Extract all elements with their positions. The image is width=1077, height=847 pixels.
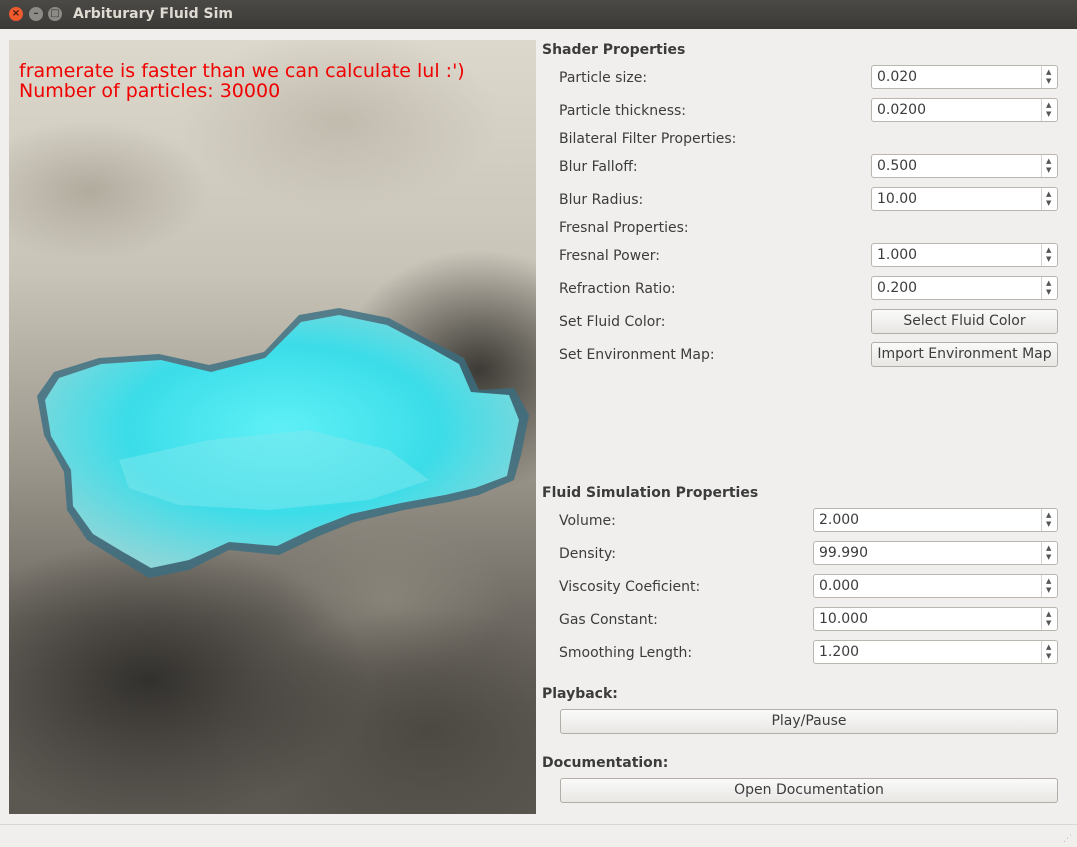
arrow-down-icon[interactable]: ▼ xyxy=(1046,289,1051,296)
particle-thickness-spinbox[interactable]: 0.0200 ▲ ▼ xyxy=(871,98,1058,122)
density-spinbox[interactable]: 99.990 ▲ ▼ xyxy=(813,541,1058,565)
shader-properties-heading: Shader Properties xyxy=(542,42,686,58)
arrow-up-icon[interactable]: ▲ xyxy=(1046,247,1051,254)
fluid-render xyxy=(37,308,529,578)
volume-value: 2.000 xyxy=(819,512,860,528)
arrow-down-icon[interactable]: ▼ xyxy=(1046,587,1051,594)
viscosity-spinbox[interactable]: 0.000 ▲ ▼ xyxy=(813,574,1058,598)
smoothing-length-spinbox[interactable]: 1.200 ▲ ▼ xyxy=(813,640,1058,664)
refraction-ratio-spinbox[interactable]: 0.200 ▲ ▼ xyxy=(871,276,1058,300)
arrow-down-icon[interactable]: ▼ xyxy=(1046,620,1051,627)
spin-arrows[interactable]: ▲ ▼ xyxy=(1041,244,1057,266)
arrow-up-icon[interactable]: ▲ xyxy=(1046,512,1051,519)
close-icon[interactable]: × xyxy=(9,7,23,21)
smoothing-length-value: 1.200 xyxy=(819,644,860,660)
arrow-up-icon[interactable]: ▲ xyxy=(1046,102,1051,109)
arrow-down-icon[interactable]: ▼ xyxy=(1046,167,1051,174)
smoothing-length-label: Smoothing Length: xyxy=(559,645,693,661)
spin-arrows[interactable]: ▲ ▼ xyxy=(1041,608,1057,630)
blur-radius-value: 10.00 xyxy=(877,191,918,207)
fluid-sim-heading: Fluid Simulation Properties xyxy=(542,485,759,501)
playback-heading: Playback: xyxy=(542,686,618,702)
viscosity-label: Viscosity Coeficient: xyxy=(559,579,701,595)
minimize-icon[interactable]: – xyxy=(29,7,43,21)
arrow-down-icon[interactable]: ▼ xyxy=(1046,200,1051,207)
arrow-up-icon[interactable]: ▲ xyxy=(1046,69,1051,76)
env-map-label: Set Environment Map: xyxy=(559,347,715,363)
particle-count-text: Number of particles: 30000 xyxy=(19,80,281,102)
arrow-up-icon[interactable]: ▲ xyxy=(1046,611,1051,618)
bilateral-filter-heading: Bilateral Filter Properties: xyxy=(559,131,737,147)
spin-arrows[interactable]: ▲ ▼ xyxy=(1041,155,1057,177)
fresnal-power-spinbox[interactable]: 1.000 ▲ ▼ xyxy=(871,243,1058,267)
volume-label: Volume: xyxy=(559,513,616,529)
particle-size-label: Particle size: xyxy=(559,70,648,86)
open-documentation-button[interactable]: Open Documentation xyxy=(560,778,1058,803)
spin-arrows[interactable]: ▲ ▼ xyxy=(1041,509,1057,531)
arrow-up-icon[interactable]: ▲ xyxy=(1046,578,1051,585)
maximize-icon[interactable]: □ xyxy=(48,7,62,21)
arrow-up-icon[interactable]: ▲ xyxy=(1046,191,1051,198)
fresnal-properties-heading: Fresnal Properties: xyxy=(559,220,689,236)
documentation-heading: Documentation: xyxy=(542,755,669,771)
arrow-up-icon[interactable]: ▲ xyxy=(1046,280,1051,287)
gas-constant-spinbox[interactable]: 10.000 ▲ ▼ xyxy=(813,607,1058,631)
spin-arrows[interactable]: ▲ ▼ xyxy=(1041,542,1057,564)
arrow-down-icon[interactable]: ▼ xyxy=(1046,111,1051,118)
status-bar: ⋰ xyxy=(0,824,1077,847)
viscosity-value: 0.000 xyxy=(819,578,860,594)
render-viewport[interactable]: framerate is faster than we can calculat… xyxy=(9,40,536,814)
arrow-up-icon[interactable]: ▲ xyxy=(1046,158,1051,165)
spin-arrows[interactable]: ▲ ▼ xyxy=(1041,99,1057,121)
particle-thickness-value: 0.0200 xyxy=(877,102,926,118)
refraction-ratio-label: Refraction Ratio: xyxy=(559,281,676,297)
fresnal-power-label: Fresnal Power: xyxy=(559,248,660,264)
spin-arrows[interactable]: ▲ ▼ xyxy=(1041,641,1057,663)
blur-radius-label: Blur Radius: xyxy=(559,192,644,208)
blur-falloff-spinbox[interactable]: 0.500 ▲ ▼ xyxy=(871,154,1058,178)
volume-spinbox[interactable]: 2.000 ▲ ▼ xyxy=(813,508,1058,532)
particle-size-value: 0.020 xyxy=(877,69,918,85)
spin-arrows[interactable]: ▲ ▼ xyxy=(1041,66,1057,88)
particle-size-spinbox[interactable]: 0.020 ▲ ▼ xyxy=(871,65,1058,89)
arrow-up-icon[interactable]: ▲ xyxy=(1046,545,1051,552)
select-fluid-color-button[interactable]: Select Fluid Color xyxy=(871,309,1058,334)
blur-falloff-label: Blur Falloff: xyxy=(559,159,638,175)
density-value: 99.990 xyxy=(819,545,868,561)
spin-arrows[interactable]: ▲ ▼ xyxy=(1041,277,1057,299)
fresnal-power-value: 1.000 xyxy=(877,247,918,263)
gas-constant-label: Gas Constant: xyxy=(559,612,658,628)
title-bar: × – □ Arbiturary Fluid Sim xyxy=(0,0,1077,29)
arrow-down-icon[interactable]: ▼ xyxy=(1046,653,1051,660)
particle-thickness-label: Particle thickness: xyxy=(559,103,687,119)
framerate-text: framerate is faster than we can calculat… xyxy=(19,60,465,82)
resize-grip-icon[interactable]: ⋰ xyxy=(1063,834,1073,844)
density-label: Density: xyxy=(559,546,616,562)
properties-panel: Shader Properties Particle size: 0.020 ▲… xyxy=(542,40,1067,814)
arrow-down-icon[interactable]: ▼ xyxy=(1046,521,1051,528)
arrow-down-icon[interactable]: ▼ xyxy=(1046,554,1051,561)
window-title: Arbiturary Fluid Sim xyxy=(73,6,233,22)
spin-arrows[interactable]: ▲ ▼ xyxy=(1041,188,1057,210)
blur-radius-spinbox[interactable]: 10.00 ▲ ▼ xyxy=(871,187,1058,211)
spin-arrows[interactable]: ▲ ▼ xyxy=(1041,575,1057,597)
play-pause-button[interactable]: Play/Pause xyxy=(560,709,1058,734)
fluid-color-label: Set Fluid Color: xyxy=(559,314,666,330)
arrow-up-icon[interactable]: ▲ xyxy=(1046,644,1051,651)
arrow-down-icon[interactable]: ▼ xyxy=(1046,256,1051,263)
refraction-ratio-value: 0.200 xyxy=(877,280,918,296)
import-env-map-button[interactable]: Import Environment Map xyxy=(871,342,1058,367)
arrow-down-icon[interactable]: ▼ xyxy=(1046,78,1051,85)
blur-falloff-value: 0.500 xyxy=(877,158,918,174)
gas-constant-value: 10.000 xyxy=(819,611,868,627)
